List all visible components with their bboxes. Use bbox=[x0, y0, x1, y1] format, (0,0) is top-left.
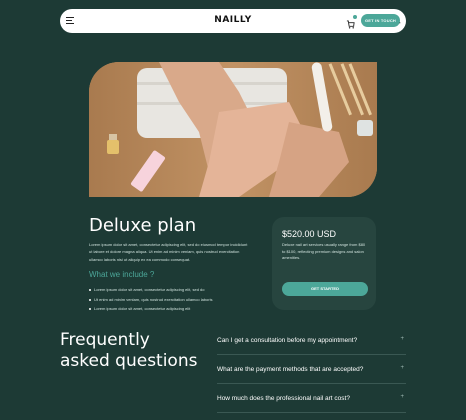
faq-list: Can I get a consultation before my appoi… bbox=[217, 326, 406, 413]
list-item: Lorem ipsum dolor sit amet, consectetur … bbox=[89, 305, 213, 315]
price-card: $520.00 USD Deluxe nail art services usu… bbox=[272, 217, 376, 310]
price-description: Deluxe nail art services usually range f… bbox=[282, 242, 366, 260]
hero-image bbox=[89, 62, 377, 197]
get-in-touch-button[interactable]: GET IN TOUCH bbox=[361, 14, 400, 27]
include-title: What we include ? bbox=[89, 270, 155, 279]
faq-question: How much does the professional nail art … bbox=[217, 394, 350, 402]
cart-icon[interactable] bbox=[346, 15, 357, 29]
get-started-button[interactable]: GET STARTED bbox=[282, 282, 368, 296]
include-list: Lorem ipsum dolor sit amet, consectetur … bbox=[89, 286, 213, 315]
cart-badge bbox=[353, 15, 357, 19]
faq-question: Can I get a consultation before my appoi… bbox=[217, 336, 358, 344]
price-value: $520.00 USD bbox=[282, 229, 337, 239]
faq-item[interactable]: Can I get a consultation before my appoi… bbox=[217, 326, 406, 355]
list-item: Lorem ipsum dolor sit amet, consectetur … bbox=[89, 286, 213, 296]
plus-icon[interactable]: + bbox=[400, 365, 404, 371]
list-item: Ut enim ad minim veniam, quis nostrud ex… bbox=[89, 296, 213, 306]
faq-item[interactable]: How much does the professional nail art … bbox=[217, 384, 406, 413]
faq-item[interactable]: What are the payment methods that are ac… bbox=[217, 355, 406, 384]
top-navbar: NAILLY GET IN TOUCH bbox=[60, 9, 406, 33]
plus-icon[interactable]: + bbox=[400, 336, 404, 342]
plan-description: Lorem ipsum dolor sit amet, consectetur … bbox=[89, 242, 248, 262]
faq-title: Frequently asked questions bbox=[60, 330, 200, 372]
plan-title: Deluxe plan bbox=[89, 215, 197, 236]
faq-question: What are the payment methods that are ac… bbox=[217, 365, 364, 373]
faq-title-line1: Frequently bbox=[60, 330, 150, 350]
plus-icon[interactable]: + bbox=[400, 394, 404, 400]
faq-title-line2: asked questions bbox=[60, 351, 198, 371]
